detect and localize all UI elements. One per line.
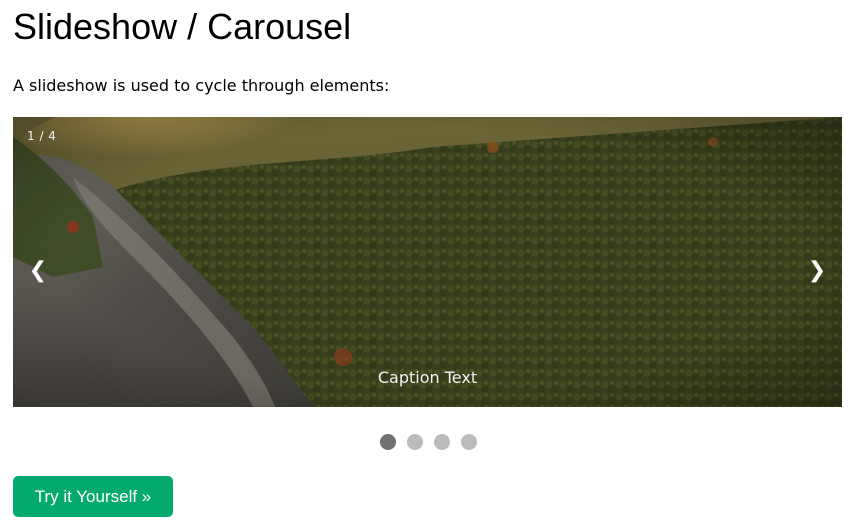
slideshow-container: 1 / 4 Caption Text ❮ ❯ [13, 117, 842, 407]
slide-dot[interactable] [406, 434, 423, 450]
slide-number-text: 1 / 4 [27, 129, 57, 143]
page-title: Slideshow / Carousel [13, 6, 352, 47]
slide-image [13, 117, 842, 407]
slide-caption: Caption Text [377, 368, 478, 387]
try-it-yourself-button[interactable]: Try it Yourself » [13, 476, 173, 517]
chevron-left-icon: ❮ [28, 257, 48, 283]
intro-text: A slideshow is used to cycle through ele… [13, 76, 390, 95]
slide-dot[interactable] [379, 434, 396, 450]
next-slide-button[interactable]: ❯ [802, 255, 832, 285]
slide-dot[interactable] [460, 434, 477, 450]
slide-dots [0, 434, 854, 450]
slide-dot[interactable] [433, 434, 450, 450]
prev-slide-button[interactable]: ❮ [23, 255, 53, 285]
chevron-right-icon: ❯ [807, 257, 827, 283]
